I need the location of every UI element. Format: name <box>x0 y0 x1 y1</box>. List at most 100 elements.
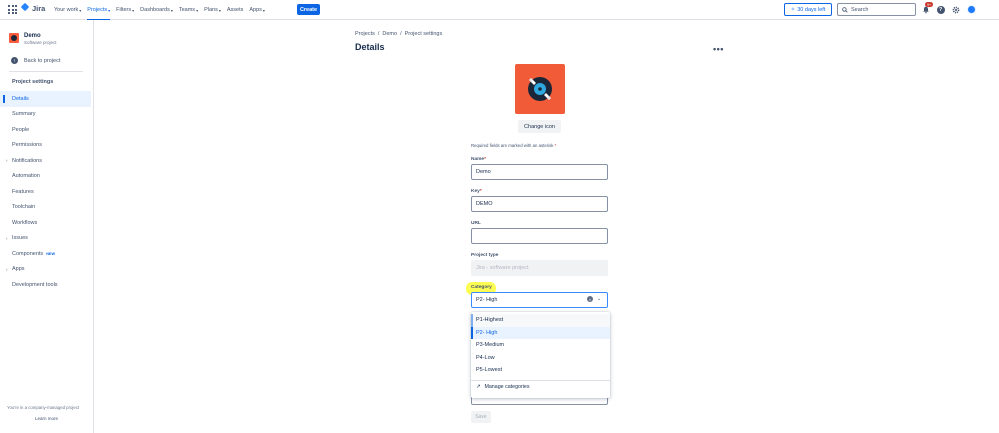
external-link-icon: ↗ <box>476 384 481 390</box>
nav-projects[interactable]: Projects ▾ <box>87 0 110 20</box>
chevron-down-icon: ▾ <box>108 7 111 13</box>
nav-label: Assets <box>226 7 244 13</box>
project-type-field: Jira - software project <box>471 260 608 276</box>
sidebar-item-label: Notifications <box>12 157 42 164</box>
more-actions-icon[interactable]: ••• <box>713 44 724 54</box>
nav-label: Apps <box>249 7 262 13</box>
breadcrumb-separator: / <box>400 31 402 37</box>
chevron-right-icon: › <box>6 266 8 272</box>
sidebar-item-details[interactable]: Details <box>0 91 91 107</box>
sidebar-item-summary[interactable]: Summary <box>0 107 91 123</box>
sidebar-item-label: Toolchain <box>12 204 36 211</box>
trial-button[interactable]: ✧ 30 days left <box>784 3 832 16</box>
nav-label: Teams <box>178 7 196 13</box>
url-field[interactable] <box>471 228 608 244</box>
settings-menu: Details Summary People Permissions › Notifica… <box>0 91 91 293</box>
breadcrumb-item[interactable]: Project settings <box>405 31 443 37</box>
sidebar-item-apps[interactable]: › Apps <box>0 262 91 278</box>
sidebar-item-notifications[interactable]: › Notifications <box>0 153 91 169</box>
category-option[interactable]: P2- High <box>471 326 610 339</box>
nav-label: Filters <box>116 7 132 13</box>
sidebar-item-label: Features <box>12 188 34 195</box>
category-option[interactable]: P3-Medium <box>471 339 610 352</box>
chevron-down-icon[interactable]: ⌄ <box>597 296 601 302</box>
category-option[interactable]: P5-Lowest <box>471 364 610 377</box>
nav-plans[interactable]: Plans ▾ <box>204 0 221 20</box>
nav-label: Dashboards <box>140 7 170 13</box>
breadcrumb-item[interactable]: Projects <box>355 31 375 37</box>
chevron-down-icon: ▾ <box>218 7 221 13</box>
sidebar-item-people[interactable]: People <box>0 122 91 138</box>
clear-selection-icon[interactable]: × <box>587 296 593 302</box>
search-icon <box>842 6 848 13</box>
back-label: Back to project <box>24 57 61 64</box>
sidebar-item-automation[interactable]: Automation <box>0 169 91 185</box>
sidebar-item-label: Automation <box>12 173 40 180</box>
sidebar-item-permissions[interactable]: Permissions <box>0 138 91 154</box>
trial-label: 30 days left <box>797 6 826 13</box>
app-switcher-icon[interactable] <box>8 5 17 14</box>
name-label: Name* <box>471 157 486 162</box>
sidebar-item-components[interactable]: Components NEW <box>0 246 91 262</box>
learn-more-link[interactable]: Learn more <box>35 416 58 421</box>
category-option[interactable]: P1-Highest <box>471 314 610 327</box>
notification-badge: 9+ <box>925 2 933 7</box>
chevron-down-icon: ▾ <box>196 7 199 13</box>
project-avatar-icon <box>9 33 19 43</box>
change-icon-button[interactable]: Change icon <box>518 120 561 133</box>
nav-assets[interactable]: Assets <box>227 0 244 20</box>
sidebar-item-label: Summary <box>12 111 36 118</box>
project-header[interactable]: Demo Software project <box>9 33 57 45</box>
sidebar-item-label: Issues <box>12 235 28 242</box>
search-placeholder: Search <box>851 6 869 13</box>
breadcrumb: Projects / Demo / Project settings <box>355 31 442 37</box>
project-type-label: Project type <box>471 253 499 258</box>
sidebar-item-development-tools[interactable]: Development tools <box>0 277 91 293</box>
sidebar-item-features[interactable]: Features <box>0 184 91 200</box>
sidebar-item-label: Development tools <box>12 281 58 288</box>
page-title: Details <box>355 42 385 52</box>
breadcrumb-item[interactable]: Demo <box>382 31 397 37</box>
sidebar-item-label: People <box>12 126 30 133</box>
name-field[interactable]: Demo <box>471 164 608 180</box>
chevron-right-icon: › <box>6 158 8 164</box>
save-button[interactable]: Save <box>471 411 491 423</box>
back-to-project-link[interactable]: ‹ Back to project <box>11 57 60 64</box>
chevron-down-icon: ▾ <box>170 7 173 13</box>
gear-icon[interactable] <box>951 5 960 14</box>
new-badge: NEW <box>46 251 56 256</box>
key-label: Key* <box>471 189 482 194</box>
key-field[interactable]: DEMO <box>471 196 608 212</box>
nav-apps[interactable]: Apps ▾ <box>249 0 265 20</box>
nav-your-work[interactable]: Your work ▾ <box>54 0 81 20</box>
nav-filters[interactable]: Filters ▾ <box>116 0 134 20</box>
help-icon[interactable]: ? <box>936 5 945 14</box>
project-name: Demo <box>24 33 41 39</box>
nav-teams[interactable]: Teams ▾ <box>179 0 198 20</box>
nav-dashboards[interactable]: Dashboards ▾ <box>140 0 173 20</box>
sidebar-item-issues[interactable]: › Issues <box>0 231 91 247</box>
sidebar-item-toolchain[interactable]: Toolchain <box>0 200 91 216</box>
category-option[interactable]: P4-Low <box>471 352 610 365</box>
nav-label: Your work <box>54 7 79 13</box>
sidebar-item-workflows[interactable]: Workflows <box>0 215 91 231</box>
sidebar-item-label: Apps <box>12 266 25 273</box>
category-label: Category <box>471 285 492 290</box>
breadcrumb-separator: / <box>377 31 380 37</box>
divider <box>9 71 83 72</box>
chevron-right-icon: › <box>6 235 8 241</box>
sidebar-item-label: Details <box>12 95 29 102</box>
project-type: Software project <box>24 40 57 45</box>
settings-section-title: Project settings <box>12 79 54 85</box>
sidebar-item-label: Workflows <box>12 219 38 226</box>
nav-label: Projects <box>87 7 108 13</box>
jira-logo[interactable]: Jira <box>21 4 45 13</box>
chevron-down-icon: ▾ <box>132 7 135 13</box>
create-button[interactable]: Create <box>297 4 320 15</box>
category-dropdown-menu: ↗ Manage categories P1-Highest P2- High P3… <box>471 312 610 398</box>
required-note: Required fields are marked with an aster… <box>471 143 557 148</box>
chevron-down-icon: ▾ <box>262 7 265 13</box>
manage-categories-option[interactable]: ↗ Manage categories <box>476 384 530 390</box>
user-avatar[interactable] <box>967 5 976 14</box>
search-input[interactable]: Search <box>837 3 916 16</box>
